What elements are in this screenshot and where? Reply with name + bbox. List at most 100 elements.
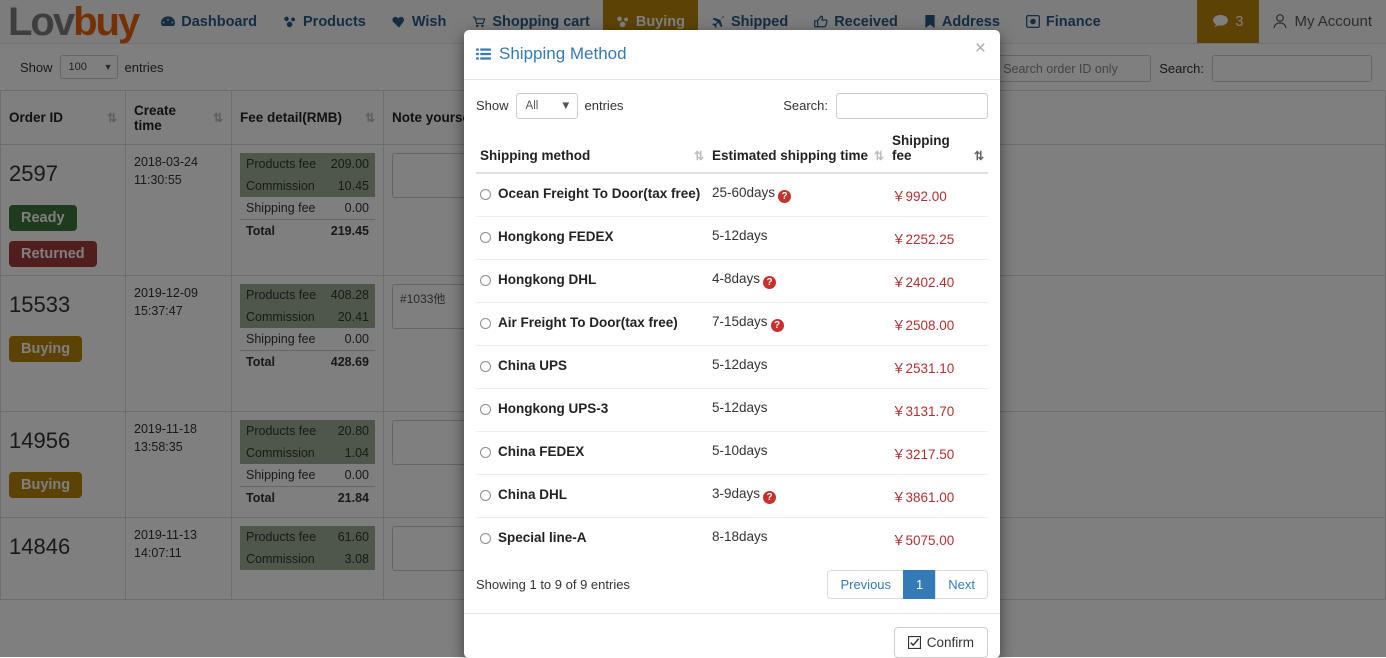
estimated-time-cell: 5-10days (708, 431, 888, 474)
shipping-method-name-cell: Hongkong DHL (476, 259, 708, 302)
shipping-method-row[interactable]: China DHL 3-9days? ￥3861.00 (476, 474, 988, 517)
shipping-fee-cell: ￥3131.70 (888, 388, 988, 431)
column-header-shipping-fee[interactable]: Shipping fee ⇅ (888, 129, 988, 173)
check-square-icon (908, 636, 921, 649)
list-icon (476, 48, 491, 61)
estimated-time-cell: 4-8days? (708, 259, 888, 302)
pagination-next[interactable]: Next (935, 570, 988, 599)
shipping-method-name-cell: Special line-A (476, 517, 708, 560)
shipping-methods-table: Shipping method ⇅ Estimated shipping tim… (476, 129, 988, 560)
shipping-fee: ￥992.00 (892, 189, 947, 204)
shipping-method-row[interactable]: China UPS 5-12days ￥2531.10 (476, 345, 988, 388)
modal-page-size-value: All (526, 100, 539, 112)
shipping-method-radio[interactable] (480, 232, 491, 243)
shipping-method-name: China UPS (498, 357, 567, 375)
shipping-method-radio[interactable] (480, 189, 491, 200)
entries-info: Showing 1 to 9 of 9 entries (476, 577, 630, 592)
shipping-method-name: Hongkong FEDEX (498, 228, 614, 246)
column-header-shipping-method[interactable]: Shipping method ⇅ (476, 129, 708, 173)
estimated-time: 5-10days (712, 443, 768, 458)
modal-table-controls: Show All ▼ entries Search: (476, 93, 988, 119)
shipping-method-name-cell: Air Freight To Door(tax free) (476, 302, 708, 345)
shipping-method-name-cell: Hongkong FEDEX (476, 216, 708, 259)
confirm-button[interactable]: Confirm (894, 627, 988, 658)
estimated-time-cell: 25-60days? (708, 173, 888, 217)
pagination-previous[interactable]: Previous (827, 570, 904, 599)
estimated-time-cell: 3-9days? (708, 474, 888, 517)
shipping-methods-body: Ocean Freight To Door(tax free) 25-60days… (476, 173, 988, 560)
shipping-method-row[interactable]: China FEDEX 5-10days ￥3217.50 (476, 431, 988, 474)
shipping-method-row[interactable]: Air Freight To Door(tax free) 7-15days? ￥2… (476, 302, 988, 345)
shipping-fee: ￥2402.40 (892, 275, 954, 290)
shipping-method-radio[interactable] (480, 275, 491, 286)
modal-show-entries-group: Show All ▼ entries (476, 93, 624, 119)
column-header-estimated-time[interactable]: Estimated shipping time ⇅ (708, 129, 888, 173)
shipping-method-row[interactable]: Hongkong FEDEX 5-12days ￥2252.25 (476, 216, 988, 259)
shipping-method-name: Air Freight To Door(tax free) (498, 314, 678, 332)
shipping-fee: ￥3217.50 (892, 447, 954, 462)
modal-footer: Confirm (464, 613, 1000, 658)
shipping-method-name: Special line-A (498, 529, 587, 547)
shipping-fee: ￥2252.25 (892, 232, 954, 247)
shipping-method-name: China FEDEX (498, 443, 584, 461)
shipping-method-radio[interactable] (480, 404, 491, 415)
shipping-fee: ￥3861.00 (892, 490, 954, 505)
pagination-page-1[interactable]: 1 (903, 570, 936, 599)
modal-body: Show All ▼ entries Search: Shipping meth… (464, 80, 1000, 613)
estimated-time-cell: 5-12days (708, 345, 888, 388)
help-icon[interactable]: ? (778, 190, 791, 203)
shipping-method-row[interactable]: Hongkong UPS-3 5-12days ￥3131.70 (476, 388, 988, 431)
modal-title: Shipping Method (476, 44, 627, 64)
shipping-method-radio[interactable] (480, 361, 491, 372)
help-icon[interactable]: ? (763, 491, 776, 504)
shipping-fee: ￥2531.10 (892, 361, 954, 376)
shipping-fee: ￥2508.00 (892, 318, 954, 333)
modal-search-label: Search: (783, 98, 828, 113)
help-icon[interactable]: ? (763, 276, 776, 289)
modal-table-footer: Showing 1 to 9 of 9 entries Previous 1 N… (476, 570, 988, 605)
help-icon[interactable]: ? (771, 319, 784, 332)
shipping-method-row[interactable]: Special line-A 8-18days ￥5075.00 (476, 517, 988, 560)
shipping-fee-cell: ￥2531.10 (888, 345, 988, 388)
shipping-method-name-cell: Hongkong UPS-3 (476, 388, 708, 431)
pagination: Previous 1 Next (827, 570, 988, 599)
estimated-time: 5-12days (712, 228, 768, 243)
estimated-time: 5-12days (712, 400, 768, 415)
shipping-method-name: Ocean Freight To Door(tax free) (498, 185, 700, 203)
shipping-method-name: Hongkong UPS-3 (498, 400, 608, 418)
estimated-time-cell: 5-12days (708, 216, 888, 259)
shipping-method-name-cell: China DHL (476, 474, 708, 517)
sort-both-icon: ⇅ (874, 149, 884, 163)
shipping-method-row[interactable]: Hongkong DHL4-8days?￥2402.40 (476, 259, 988, 302)
estimated-time: 4-8days (712, 271, 760, 286)
close-icon[interactable]: × (975, 39, 986, 58)
shipping-method-radio[interactable] (480, 447, 491, 458)
shipping-method-row[interactable]: Ocean Freight To Door(tax free) 25-60days… (476, 173, 988, 217)
shipping-method-radio[interactable] (480, 533, 491, 544)
shipping-fee-cell: ￥992.00 (888, 173, 988, 217)
shipping-method-name-cell: Ocean Freight To Door(tax free) (476, 173, 708, 217)
shipping-method-name-cell: China FEDEX (476, 431, 708, 474)
confirm-button-label: Confirm (927, 635, 974, 650)
modal-header: Shipping Method × (464, 30, 1000, 80)
modal-show-label: Show (476, 98, 509, 113)
chevron-down-icon: ▼ (560, 100, 571, 112)
estimated-time: 8-18days (712, 529, 768, 544)
shipping-fee-cell: ￥3217.50 (888, 431, 988, 474)
modal-search-input[interactable] (836, 93, 988, 119)
shipping-method-name-cell: China UPS (476, 345, 708, 388)
shipping-fee-cell: ￥5075.00 (888, 517, 988, 560)
shipping-fee-cell: ￥2252.25 (888, 216, 988, 259)
shipping-method-radio[interactable] (480, 490, 491, 501)
shipping-method-modal: Shipping Method × Show All ▼ entries Sea… (464, 30, 1000, 658)
shipping-fee-cell: ￥2402.40 (888, 259, 988, 302)
estimated-time-cell: 8-18days (708, 517, 888, 560)
estimated-time-cell: 7-15days? (708, 302, 888, 345)
shipping-method-radio[interactable] (480, 318, 491, 329)
estimated-time: 3-9days (712, 486, 760, 501)
modal-page-size-select[interactable]: All ▼ (516, 93, 578, 119)
estimated-time: 5-12days (712, 357, 768, 372)
shipping-method-name: China DHL (498, 486, 567, 504)
estimated-time: 25-60days (712, 185, 775, 200)
sort-ascending-icon: ⇅ (974, 149, 984, 163)
